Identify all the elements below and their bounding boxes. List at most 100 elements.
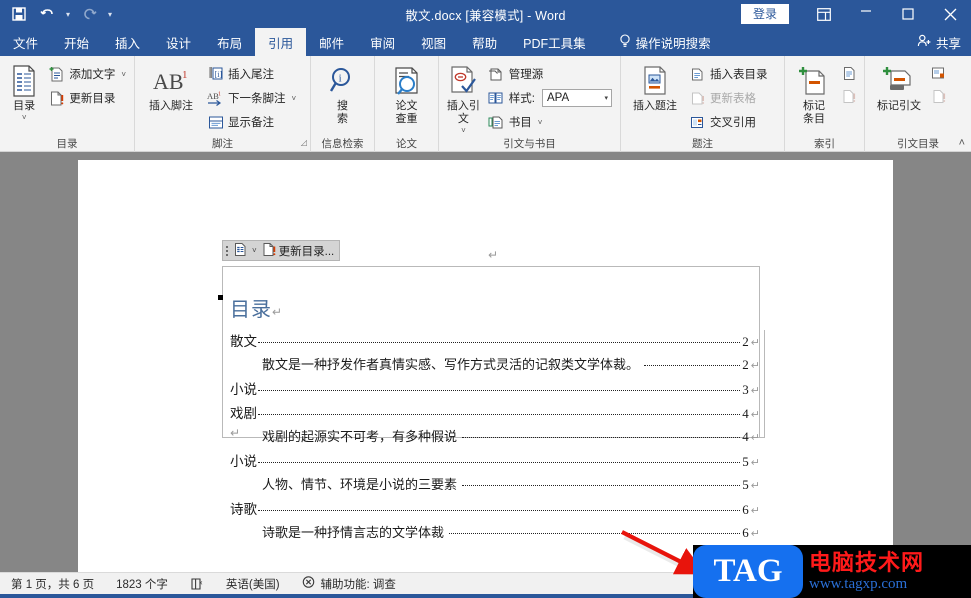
group-label-footnotes-text: 脚注 [212,138,233,150]
language-indicator[interactable]: 英语(美国) [215,576,291,592]
chevron-down-icon[interactable]: ˅ [538,118,543,127]
insert-footnote-button[interactable]: AB 1 插入脚注 [140,60,202,113]
toc-field-toolbar[interactable]: ˅ 更新目录... [222,240,341,261]
bibliography-button[interactable]: 书目 ˅ [485,111,615,133]
tab-design[interactable]: 设计 [153,28,204,56]
citation-style-dropdown[interactable]: APA ▾ [542,89,612,107]
chevron-down-icon[interactable]: ˅ [461,127,466,135]
citation-style-row: 样式: APA ▾ [485,87,615,109]
word-count[interactable]: 1823 个字 [105,576,179,592]
add-text-button[interactable]: 添加文字 ˅ [45,63,129,85]
insert-endnote-icon: [i] [207,66,224,83]
toc-entry[interactable]: 戏剧的起源实不可考，有多种假说 4 ↵ [230,426,760,450]
toc-entry[interactable]: 人物、情节、环境是小说的三要素 5 ↵ [230,474,760,498]
toc-entry[interactable]: 散文 2 ↵ [230,330,760,354]
group-label-captions: 题注 [692,138,713,150]
close-button[interactable] [929,0,971,28]
chevron-down-icon[interactable]: ˅ [22,114,27,122]
tab-view[interactable]: 视图 [408,28,459,56]
tab-references[interactable]: 引用 [255,28,307,56]
chevron-down-icon[interactable]: ▾ [604,94,608,102]
tell-me-label: 操作说明搜索 [635,36,711,51]
svg-text:1: 1 [218,92,221,98]
word-window: ▾ ▾ 散文.docx [兼容模式] - Word 登录 文件 开始 插入 设计… [0,0,971,598]
table-of-contents-button[interactable]: 目录 ˅ [5,60,43,122]
next-footnote-button[interactable]: AB 1 下一条脚注 ˅ [204,87,299,109]
maximize-button[interactable] [887,0,929,28]
insert-table-of-authorities-icon[interactable] [930,65,947,82]
minimize-button[interactable] [845,0,887,28]
document-page[interactable]: ↵ ˅ 更新目录... 目录↵ 散文 2 ↵ 散文是一种抒发作者真情实感、写作方… [78,160,893,572]
collapse-ribbon-icon[interactable]: ˄ [959,137,965,149]
cross-reference-button[interactable]: 交叉引用 [686,111,771,133]
update-field-icon[interactable] [262,242,276,260]
dialog-launcher-icon[interactable]: ◿ [301,135,307,151]
toc-entry[interactable]: 散文是一种抒发作者真情实感、写作方式灵活的记叙类文学体裁。 2 ↵ [230,354,760,378]
dot-leader [462,485,741,486]
toc-entry[interactable]: 戏剧 4 ↵ [230,402,760,426]
toc-entry-page: 5 [742,454,749,469]
mark-entry-button[interactable]: 标记 条目 [790,60,838,126]
tab-mailings[interactable]: 邮件 [306,28,357,56]
insert-table-of-figures-icon [689,66,706,83]
manage-sources-label: 管理源 [508,69,544,81]
chevron-down-icon[interactable]: ˅ [121,70,126,79]
window-controls: 登录 [740,0,971,28]
tab-file[interactable]: 文件 [0,28,51,56]
insert-citation-button[interactable]: 插入引文 ˅ [444,60,483,135]
update-toc-icon [48,90,65,107]
mark-citation-icon [883,62,915,100]
manage-sources-button[interactable]: 管理源 [485,63,615,85]
toc-entry-text: 诗歌 [230,502,257,517]
toc-entry-page: 2 [742,334,749,349]
toc-options-icon[interactable] [233,242,247,260]
drag-grip-icon[interactable] [226,245,230,256]
document-canvas[interactable]: ↵ ˅ 更新目录... 目录↵ 散文 2 ↵ 散文是一种抒发作者真情实感、写作方… [0,152,971,572]
show-notes-button[interactable]: 显示备注 [204,111,299,133]
tab-layout[interactable]: 布局 [204,28,255,56]
search-button[interactable]: i 搜 索 [316,60,369,126]
ribbon-group-toc: 目录 ˅ 添加文字 ˅ 更新目录 目录 [0,56,134,152]
update-table-of-authorities-icon[interactable] [930,88,947,105]
mark-citation-button[interactable]: 标记引文 [870,60,928,113]
insert-table-of-figures-button[interactable]: 插入表目录 [686,63,771,85]
tab-help[interactable]: 帮助 [459,28,510,56]
chevron-down-icon[interactable]: ˅ [250,246,259,255]
update-toc-field-label[interactable]: 更新目录... [279,243,335,259]
citation-style-label: 样式: [508,93,535,105]
accessibility-indicator[interactable]: 辅助功能: 调查 [291,575,407,592]
tab-pdf-toolkit[interactable]: PDF工具集 [510,28,599,56]
footnote-ab-icon: AB 1 [151,62,191,100]
toc-entry[interactable]: 小说 5 ↵ [230,450,760,474]
tag-logo: TAG [693,545,803,598]
plagiarism-check-button[interactable]: 论文 查重 [380,60,433,126]
share-button[interactable]: 共享 [917,28,961,56]
sign-in-button[interactable]: 登录 [740,3,789,25]
tab-review[interactable]: 审阅 [357,28,408,56]
search-button-label: 搜 索 [337,100,348,125]
citation-style-icon [488,90,505,107]
tab-insert[interactable]: 插入 [102,28,153,56]
bibliography-icon [488,114,505,131]
update-index-icon[interactable] [840,88,857,105]
dot-leader [258,462,741,463]
chevron-down-icon[interactable]: ˅ [292,94,297,103]
svg-text:x: x [199,580,202,586]
toc-entry[interactable]: 小说 3 ↵ [230,378,760,402]
toc-entry-page: 3 [742,382,749,397]
tell-me-search[interactable]: 操作说明搜索 [609,28,721,56]
insert-endnote-button[interactable]: [i] 插入尾注 [204,63,299,85]
update-toc-label: 更新目录 [69,93,116,105]
page-indicator[interactable]: 第 1 页，共 6 页 [0,576,105,592]
tab-home[interactable]: 开始 [51,28,102,56]
toc-entry[interactable]: 诗歌 6 ↵ [230,498,760,522]
insert-index-icon[interactable] [840,65,857,82]
ribbon-group-index: 标记 条目 索引 [784,56,864,152]
insert-caption-button[interactable]: 插入题注 [626,60,684,113]
toc-entry-text: 小说 [230,382,257,397]
ribbon-display-options-icon[interactable] [803,0,845,28]
dot-leader [644,365,741,366]
toc-entry-page: 2 [742,357,749,372]
proofing-errors-icon[interactable]: x [179,577,215,591]
update-toc-button[interactable]: 更新目录 [45,87,129,109]
